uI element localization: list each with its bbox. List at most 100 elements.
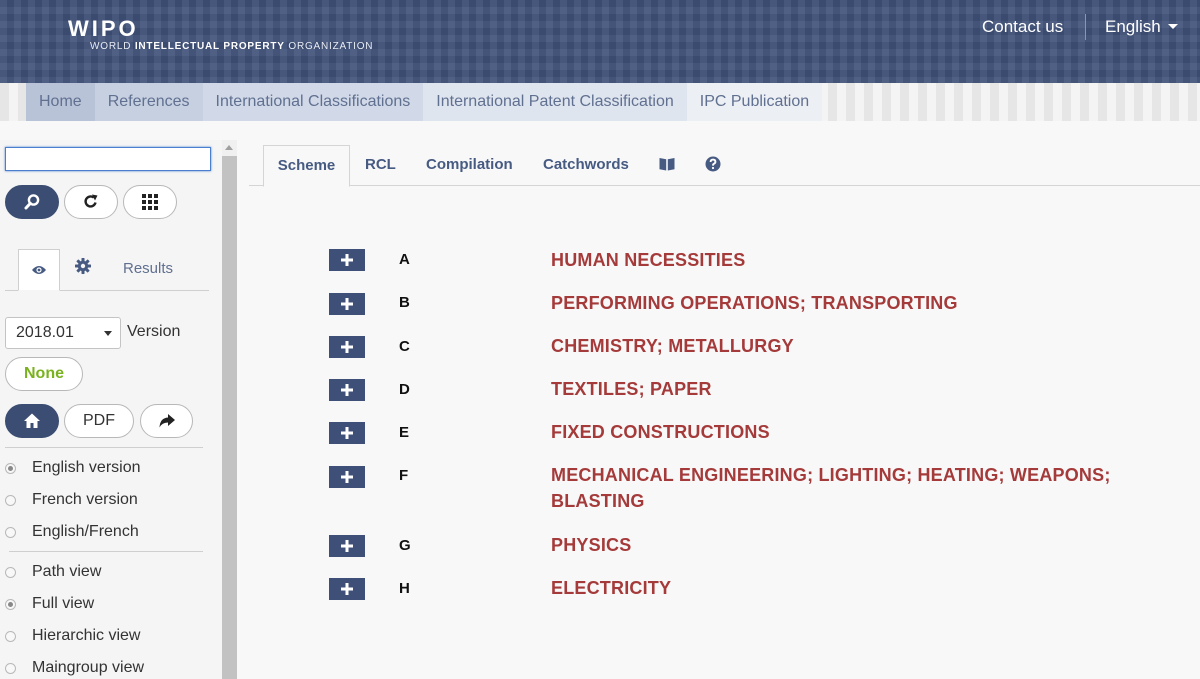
- section-title-link[interactable]: TEXTILES; PAPER: [551, 376, 1141, 402]
- radio-hierarchic-view[interactable]: Hierarchic view: [5, 625, 140, 647]
- tab-guide[interactable]: [659, 157, 675, 173]
- section-symbol: C: [399, 338, 410, 355]
- radio-label: English version: [32, 459, 141, 476]
- expand-button[interactable]: [329, 249, 365, 271]
- radio-button[interactable]: [5, 462, 16, 474]
- tab-scheme[interactable]: Scheme: [263, 145, 350, 187]
- section-symbol: E: [399, 424, 410, 441]
- search-input[interactable]: [5, 147, 211, 171]
- scroll-up-arrow-icon[interactable]: [225, 145, 233, 150]
- home-icon: [24, 413, 40, 428]
- version-label: Version: [127, 323, 181, 340]
- expand-button[interactable]: [329, 466, 365, 488]
- tab-catchwords[interactable]: Catchwords: [543, 145, 629, 185]
- plus-icon: [341, 471, 353, 483]
- pdf-button[interactable]: PDF: [64, 404, 134, 438]
- scroll-thumb[interactable]: [222, 156, 237, 679]
- refresh-button[interactable]: [64, 185, 118, 219]
- plus-icon: [341, 341, 353, 353]
- radio-label: Maingroup view: [32, 659, 145, 676]
- breadcrumb-ipc-publication[interactable]: IPC Publication: [686, 83, 823, 121]
- radio-label: Hierarchic view: [32, 627, 141, 644]
- share-icon: [159, 414, 175, 428]
- gear-icon: [75, 258, 91, 274]
- share-button[interactable]: [140, 404, 193, 438]
- expand-button[interactable]: [329, 535, 365, 557]
- plus-icon: [341, 427, 353, 439]
- sidebar-divider: [5, 447, 203, 448]
- plus-icon: [341, 254, 353, 266]
- plus-icon: [341, 583, 353, 595]
- radio-maingroup-view[interactable]: Maingroup view: [5, 657, 144, 679]
- expand-button[interactable]: [329, 336, 365, 358]
- header-divider: [1085, 14, 1086, 40]
- section-symbol: A: [399, 251, 410, 268]
- radio-label: French version: [32, 491, 138, 508]
- breadcrumb-ipc[interactable]: International Patent Classification: [423, 83, 687, 121]
- radio-button[interactable]: [5, 566, 16, 578]
- breadcrumb-references[interactable]: References: [94, 83, 203, 121]
- refresh-icon: [84, 194, 98, 208]
- eye-icon: [32, 266, 46, 274]
- breadcrumb-home[interactable]: Home: [26, 83, 95, 121]
- section-title-link[interactable]: HUMAN NECESSITIES: [551, 247, 1141, 273]
- radio-label: English/French: [32, 523, 139, 540]
- section-symbol: H: [399, 580, 410, 597]
- search-button[interactable]: [5, 185, 59, 219]
- tab-compilation[interactable]: Compilation: [426, 145, 513, 185]
- section-title-link[interactable]: PERFORMING OPERATIONS; TRANSPORTING: [551, 290, 1141, 316]
- home-button[interactable]: [5, 404, 59, 438]
- section-symbol: G: [399, 537, 411, 554]
- expand-button[interactable]: [329, 578, 365, 600]
- section-title-link[interactable]: PHYSICS: [551, 532, 1141, 558]
- section-symbol: B: [399, 294, 410, 311]
- radio-button[interactable]: [5, 662, 16, 674]
- book-icon: [659, 158, 675, 171]
- wipo-logo[interactable]: WIPO WORLD INTELLECTUAL PROPERTY ORGANIZ…: [68, 16, 374, 53]
- section-title-link[interactable]: FIXED CONSTRUCTIONS: [551, 419, 1141, 445]
- radio-full-view[interactable]: Full view: [5, 593, 94, 615]
- tab-results[interactable]: Results: [123, 260, 173, 277]
- version-select[interactable]: 2018.01: [5, 317, 121, 349]
- breadcrumb: Home References International Classifica…: [26, 83, 823, 121]
- sidebar-divider: [9, 551, 203, 552]
- grid-button[interactable]: [123, 185, 177, 219]
- section-symbol: D: [399, 381, 410, 398]
- logo-subtitle: WORLD INTELLECTUAL PROPERTY ORGANIZATION: [90, 41, 374, 52]
- section-title-link[interactable]: MECHANICAL ENGINEERING; LIGHTING; HEATIN…: [551, 462, 1141, 514]
- radio-path-view[interactable]: Path view: [5, 561, 101, 583]
- contact-us-link[interactable]: Contact us: [982, 17, 1063, 37]
- tab-rcl[interactable]: RCL: [365, 145, 396, 185]
- help-icon: [705, 156, 721, 172]
- tab-help[interactable]: [705, 156, 721, 172]
- breadcrumb-international-classifications[interactable]: International Classifications: [202, 83, 424, 121]
- expand-button[interactable]: [329, 293, 365, 315]
- plus-icon: [341, 540, 353, 552]
- radio-button[interactable]: [5, 526, 16, 538]
- radio-english-version[interactable]: English version: [5, 457, 141, 479]
- language-label: English: [1105, 17, 1161, 36]
- expand-button[interactable]: [329, 379, 365, 401]
- radio-english-french[interactable]: English/French: [5, 521, 139, 543]
- tab-settings[interactable]: [74, 257, 92, 280]
- section-title-link[interactable]: CHEMISTRY; METALLURGY: [551, 333, 1141, 359]
- language-dropdown[interactable]: English: [1105, 17, 1178, 37]
- plus-icon: [341, 298, 353, 310]
- logo-wordmark: WIPO: [68, 16, 139, 41]
- radio-button[interactable]: [5, 494, 16, 506]
- radio-french-version[interactable]: French version: [5, 489, 138, 511]
- expand-button[interactable]: [329, 422, 365, 444]
- chevron-down-icon: [104, 331, 112, 336]
- section-title-link[interactable]: ELECTRICITY: [551, 575, 1141, 601]
- radio-button[interactable]: [5, 630, 16, 642]
- radio-button[interactable]: [5, 598, 16, 610]
- header-bar: WIPO WORLD INTELLECTUAL PROPERTY ORGANIZ…: [0, 0, 1200, 83]
- tab-display-options[interactable]: [18, 249, 60, 291]
- radio-label: Path view: [32, 563, 102, 580]
- grid-icon: [142, 194, 158, 210]
- radio-label: Full view: [32, 595, 95, 612]
- main-tabs-line: [249, 185, 1200, 186]
- none-button[interactable]: None: [5, 357, 83, 391]
- search-icon: [24, 194, 40, 210]
- sidebar-scrollbar[interactable]: [222, 140, 237, 679]
